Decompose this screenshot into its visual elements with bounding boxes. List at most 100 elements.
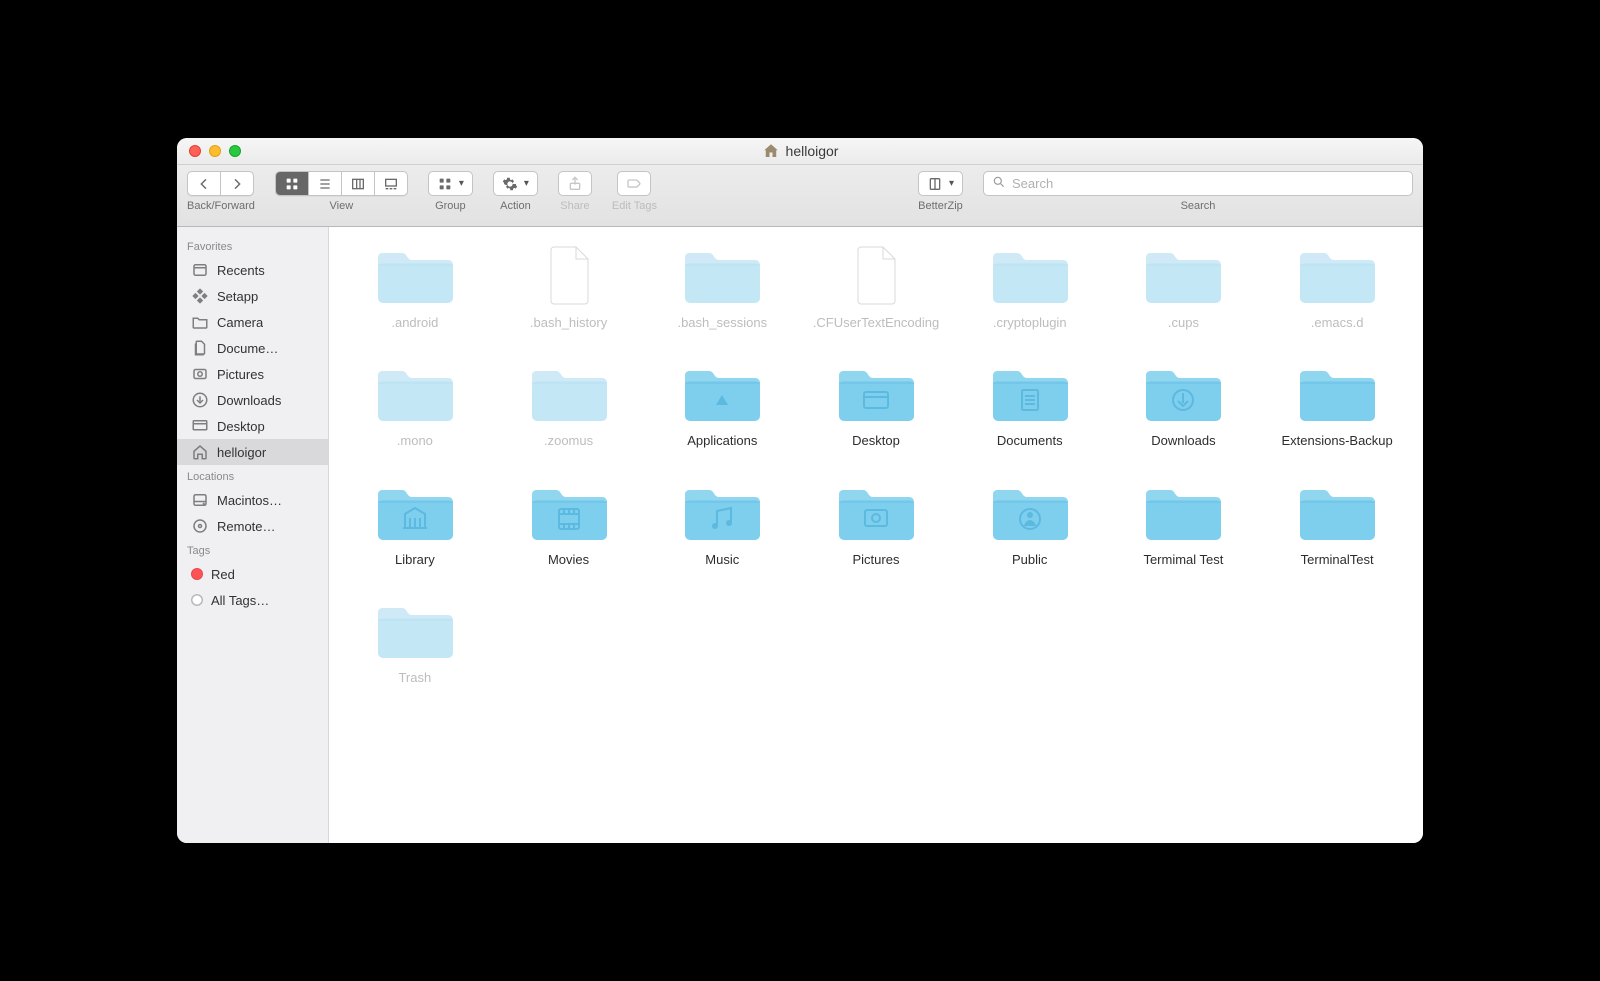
betterzip-group: ▾ BetterZip <box>918 171 963 212</box>
view-columns-button[interactable] <box>342 172 375 195</box>
back-button[interactable] <box>188 172 221 195</box>
zoom-window-button[interactable] <box>229 145 241 157</box>
file-item[interactable]: .zoomus <box>495 359 643 449</box>
folder-icon <box>987 359 1073 427</box>
sidebar-item-macintos-[interactable]: Macintos… <box>177 487 328 513</box>
window-title: helloigor <box>177 142 1423 160</box>
folder-icon <box>679 359 765 427</box>
file-item[interactable]: .cryptoplugin <box>956 241 1104 331</box>
sidebar-item-downloads[interactable]: Downloads <box>177 387 328 413</box>
betterzip-button[interactable]: ▾ <box>918 171 963 196</box>
action-button[interactable]: ▾ <box>493 171 538 196</box>
chevron-down-icon: ▾ <box>459 178 464 189</box>
minimize-window-button[interactable] <box>209 145 221 157</box>
file-item[interactable]: .emacs.d <box>1263 241 1411 331</box>
file-item-label: .cups <box>1168 315 1199 331</box>
file-item[interactable]: Library <box>341 478 489 568</box>
sidebar-item-red[interactable]: Red <box>177 561 328 587</box>
sidebar-item-setapp[interactable]: Setapp <box>177 283 328 309</box>
content-area[interactable]: .android .bash_history .bash_sessions .C… <box>329 227 1423 843</box>
file-item[interactable]: Documents <box>956 359 1104 449</box>
file-item-label: .CFUserTextEncoding <box>813 315 939 331</box>
file-item-label: Music <box>705 552 739 568</box>
file-item-label: Applications <box>687 433 757 449</box>
sidebar-item-label: Macintos… <box>217 493 282 508</box>
file-item[interactable]: Trash <box>341 596 489 686</box>
sidebar-item-label: Red <box>211 567 235 582</box>
file-item[interactable]: Public <box>956 478 1104 568</box>
file-item[interactable]: Extensions-Backup <box>1263 359 1411 449</box>
file-item[interactable]: Pictures <box>802 478 950 568</box>
file-item-label: Pictures <box>853 552 900 568</box>
file-item-label: Termimal Test <box>1143 552 1223 568</box>
file-item[interactable]: Movies <box>495 478 643 568</box>
file-item[interactable]: Music <box>648 478 796 568</box>
downloads-icon <box>191 391 209 409</box>
file-item[interactable]: .bash_sessions <box>648 241 796 331</box>
sidebar-item-remote-[interactable]: Remote… <box>177 513 328 539</box>
sidebar-section-favorites: Favorites <box>177 235 328 257</box>
sidebar-item-camera[interactable]: Camera <box>177 309 328 335</box>
file-item-label: Extensions-Backup <box>1281 433 1392 449</box>
view-gallery-button[interactable] <box>375 172 407 195</box>
file-item-label: Movies <box>548 552 589 568</box>
home-icon <box>191 443 209 461</box>
sidebar-item-all-tags-[interactable]: All Tags… <box>177 587 328 613</box>
file-item-label: Library <box>395 552 435 568</box>
file-item[interactable]: Desktop <box>802 359 950 449</box>
group-label: Group <box>435 200 466 212</box>
file-item[interactable]: .CFUserTextEncoding <box>802 241 950 331</box>
traffic-lights <box>177 145 241 157</box>
sidebar-section-locations: Locations <box>177 465 328 487</box>
home-icon <box>762 142 780 160</box>
sidebar: Favorites Recents SetappCamera Docume… Pict… <box>177 227 329 843</box>
folder-icon <box>372 478 458 546</box>
file-item-label: Public <box>1012 552 1047 568</box>
sidebar-item-label: Pictures <box>217 367 264 382</box>
folder-icon <box>526 359 612 427</box>
sidebar-item-label: Recents <box>217 263 265 278</box>
share-button[interactable] <box>558 171 592 196</box>
folder-icon <box>833 478 919 546</box>
file-item[interactable]: TerminalTest <box>1263 478 1411 568</box>
sidebar-item-recents[interactable]: Recents <box>177 257 328 283</box>
search-input[interactable] <box>1012 176 1404 191</box>
folder-icon <box>1294 478 1380 546</box>
file-item[interactable]: Downloads <box>1110 359 1258 449</box>
search-group: Search <box>983 171 1413 212</box>
file-icon <box>833 241 919 309</box>
edit-tags-button[interactable] <box>617 171 651 196</box>
folder-icon <box>987 478 1073 546</box>
sidebar-item-docume-[interactable]: Docume… <box>177 335 328 361</box>
group-group: ▾ Group <box>428 171 473 212</box>
sidebar-item-helloigor[interactable]: helloigor <box>177 439 328 465</box>
file-item[interactable]: .android <box>341 241 489 331</box>
file-item[interactable]: Termimal Test <box>1110 478 1258 568</box>
edit-tags-group: Edit Tags <box>612 171 657 212</box>
sidebar-item-label: Docume… <box>217 341 278 356</box>
share-group: Share <box>558 171 592 212</box>
close-window-button[interactable] <box>189 145 201 157</box>
file-item[interactable]: Applications <box>648 359 796 449</box>
setapp-icon <box>191 287 209 305</box>
view-list-button[interactable] <box>309 172 342 195</box>
folder-icon <box>833 359 919 427</box>
folder-icon <box>1294 241 1380 309</box>
group-button[interactable]: ▾ <box>428 171 473 196</box>
folder-icon <box>1294 359 1380 427</box>
view-icon-button[interactable] <box>276 172 309 195</box>
sidebar-item-label: All Tags… <box>211 593 269 608</box>
file-item[interactable]: .bash_history <box>495 241 643 331</box>
chevron-down-icon: ▾ <box>949 178 954 189</box>
file-item[interactable]: .mono <box>341 359 489 449</box>
disc-icon <box>191 517 209 535</box>
sidebar-item-desktop[interactable]: Desktop <box>177 413 328 439</box>
file-item[interactable]: .cups <box>1110 241 1258 331</box>
action-group: ▾ Action <box>493 171 538 212</box>
search-field[interactable] <box>983 171 1413 196</box>
forward-button[interactable] <box>221 172 253 195</box>
sidebar-item-pictures[interactable]: Pictures <box>177 361 328 387</box>
sidebar-section-tags: Tags <box>177 539 328 561</box>
file-item-label: .mono <box>397 433 433 449</box>
file-item-label: Documents <box>997 433 1063 449</box>
